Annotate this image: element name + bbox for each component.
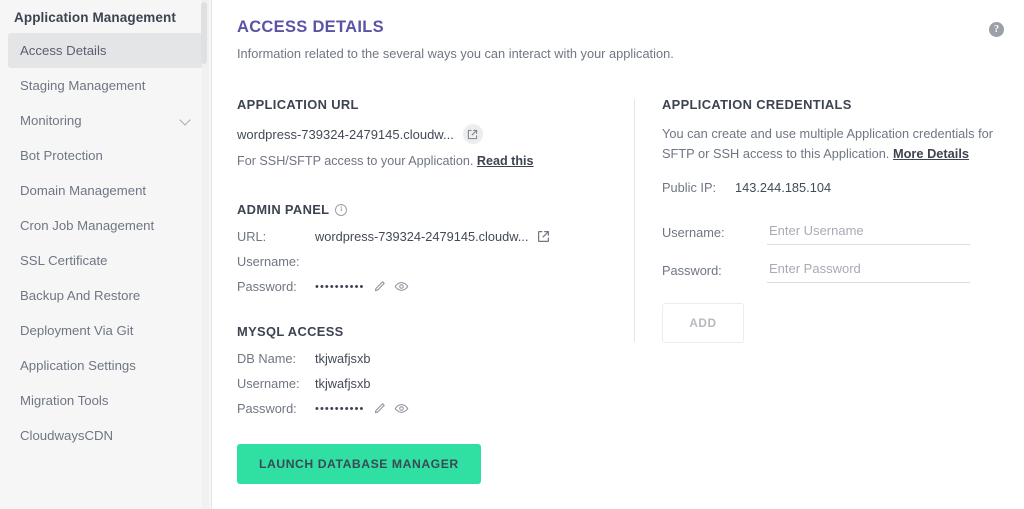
help-icon[interactable]: ? <box>989 22 1004 37</box>
sidebar-item-domain-management[interactable]: Domain Management <box>8 173 203 208</box>
sidebar-item-label: SSL Certificate <box>20 253 108 268</box>
sidebar-item-access-details[interactable]: Access Details <box>8 33 203 68</box>
mysql-access-heading: MYSQL ACCESS <box>237 324 612 339</box>
mysql-username-label: Username: <box>237 376 300 391</box>
eye-icon[interactable] <box>394 401 409 416</box>
sidebar-scrollbar-track[interactable] <box>200 0 209 509</box>
mysql-password-label: Password: <box>237 401 297 416</box>
mysql-access-section: MYSQL ACCESS DB Name: tkjwafjsxb Usernam… <box>237 324 612 484</box>
sidebar-item-deployment-via-git[interactable]: Deployment Via Git <box>8 313 203 348</box>
public-ip-value: 143.244.185.104 <box>735 179 832 195</box>
page-subtitle: Information related to the several ways … <box>237 46 674 61</box>
admin-username-label: Username: <box>237 254 300 269</box>
credentials-password-label: Password: <box>662 262 722 278</box>
application-url-heading-text: APPLICATION URL <box>237 97 359 112</box>
sidebar-item-backup-and-restore[interactable]: Backup And Restore <box>8 278 203 313</box>
application-url-section: APPLICATION URL wordpress-739324-2479145… <box>237 97 612 168</box>
credentials-username-label: Username: <box>662 224 725 240</box>
sidebar-item-staging-management[interactable]: Staging Management <box>8 68 203 103</box>
sidebar-item-label: Bot Protection <box>20 148 103 163</box>
application-url-value: wordpress-739324-2479145.cloudw... <box>237 126 454 142</box>
admin-url-value-group: wordpress-739324-2479145.cloudw... <box>315 229 551 244</box>
mysql-password-value-group: •••••••••• <box>315 401 409 416</box>
mysql-password-value: •••••••••• <box>315 403 365 415</box>
external-link-icon[interactable] <box>462 124 483 144</box>
sidebar-item-label: Deployment Via Git <box>20 323 134 338</box>
admin-panel-heading-text: ADMIN PANEL <box>237 202 330 217</box>
credentials-password-row: Password: <box>662 258 1000 283</box>
mysql-password-row: Password: •••••••••• <box>237 401 612 416</box>
launch-database-manager-button[interactable]: LAUNCH DATABASE MANAGER <box>237 444 481 484</box>
sidebar-nav: Access Details Staging Management Monitori… <box>0 33 211 453</box>
application-credentials-description: You can create and use multiple Applicat… <box>662 124 1000 164</box>
credentials-username-input[interactable] <box>767 220 970 245</box>
application-credentials-heading: APPLICATION CREDENTIALS <box>662 97 1000 112</box>
sidebar-title: Application Management <box>14 10 176 25</box>
page-title: ACCESS DETAILS <box>237 18 384 36</box>
sidebar-item-bot-protection[interactable]: Bot Protection <box>8 138 203 173</box>
application-url-row: wordpress-739324-2479145.cloudw... <box>237 124 612 144</box>
sidebar-item-label: Access Details <box>20 43 107 58</box>
ssh-sftp-note: For SSH/SFTP access to your Application.… <box>237 154 612 168</box>
public-ip-row: Public IP: 143.244.185.104 <box>662 180 1000 195</box>
info-circle-icon[interactable] <box>335 203 348 216</box>
read-this-link[interactable]: Read this <box>477 154 534 168</box>
mysql-dbname-value: tkjwafjsxb <box>315 351 371 366</box>
sidebar-item-monitoring[interactable]: Monitoring <box>8 103 203 138</box>
external-link-icon[interactable] <box>536 229 551 244</box>
ssh-sftp-note-text: For SSH/SFTP access to your Application. <box>237 154 474 168</box>
sidebar-item-cloudwayscdn[interactable]: CloudwaysCDN <box>8 418 203 453</box>
main-content: ACCESS DETAILS Information related to th… <box>212 0 1024 509</box>
chevron-down-icon[interactable] <box>180 114 193 127</box>
sidebar-item-label: CloudwaysCDN <box>20 428 114 443</box>
sidebar-item-label: Migration Tools <box>20 393 109 408</box>
pencil-icon[interactable] <box>373 402 386 415</box>
mysql-access-heading-text: MYSQL ACCESS <box>237 324 344 339</box>
mysql-username-row: Username: tkjwafjsxb <box>237 376 612 391</box>
admin-password-value-group: •••••••••• <box>315 279 409 294</box>
credentials-password-input[interactable] <box>767 258 970 283</box>
admin-password-row: Password: •••••••••• <box>237 279 612 294</box>
add-credential-button[interactable]: ADD <box>662 302 744 343</box>
sidebar-item-label: Backup And Restore <box>20 288 141 303</box>
credentials-username-row: Username: <box>662 220 1000 245</box>
sidebar: Application Management Access Details Sta… <box>0 0 212 509</box>
access-details-page: Application Management Access Details Sta… <box>0 0 1024 509</box>
admin-url-label: URL: <box>237 229 267 244</box>
mysql-username-value: tkjwafjsxb <box>315 376 371 391</box>
sidebar-item-label: Domain Management <box>20 183 147 198</box>
sidebar-item-application-settings[interactable]: Application Settings <box>8 348 203 383</box>
sidebar-item-label: Staging Management <box>20 78 146 93</box>
admin-panel-section: ADMIN PANEL URL: wordpress-739324-247914… <box>237 202 612 294</box>
public-ip-label: Public IP: <box>662 179 717 195</box>
admin-username-row: Username: <box>237 254 612 269</box>
eye-icon[interactable] <box>394 279 409 294</box>
sidebar-item-ssl-certificate[interactable]: SSL Certificate <box>8 243 203 278</box>
sidebar-item-cron-job-management[interactable]: Cron Job Management <box>8 208 203 243</box>
admin-panel-heading: ADMIN PANEL <box>237 202 612 217</box>
pencil-icon[interactable] <box>373 280 386 293</box>
admin-url-row: URL: wordpress-739324-2479145.cloudw... <box>237 229 612 244</box>
application-url-heading: APPLICATION URL <box>237 97 612 112</box>
right-column: APPLICATION CREDENTIALS You can create a… <box>635 97 1000 484</box>
admin-url-value: wordpress-739324-2479145.cloudw... <box>315 229 529 244</box>
sidebar-item-label: Monitoring <box>20 113 82 128</box>
mysql-dbname-row: DB Name: tkjwafjsxb <box>237 351 612 366</box>
content-columns: APPLICATION URL wordpress-739324-2479145… <box>237 97 1000 484</box>
mysql-dbname-label: DB Name: <box>237 351 297 366</box>
admin-password-label: Password: <box>237 279 297 294</box>
sidebar-item-label: Application Settings <box>20 358 136 373</box>
application-credentials-heading-text: APPLICATION CREDENTIALS <box>662 97 852 112</box>
sidebar-scrollbar-thumb[interactable] <box>200 2 207 64</box>
sidebar-item-migration-tools[interactable]: Migration Tools <box>8 383 203 418</box>
admin-password-value: •••••••••• <box>315 281 365 293</box>
left-column: APPLICATION URL wordpress-739324-2479145… <box>237 97 612 484</box>
more-details-link[interactable]: More Details <box>893 146 969 161</box>
sidebar-item-label: Cron Job Management <box>20 218 155 233</box>
